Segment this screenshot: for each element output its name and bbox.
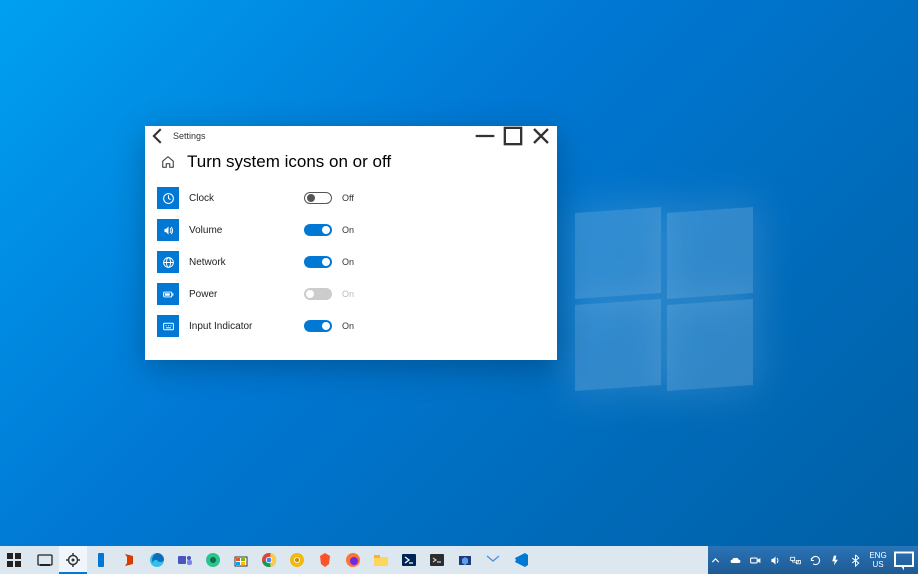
toggle-power bbox=[304, 288, 332, 300]
power-icon bbox=[157, 283, 179, 305]
page-header: Turn system icons on or off bbox=[145, 146, 557, 182]
tray-update-icon[interactable] bbox=[806, 546, 824, 574]
toggle-state: Off bbox=[342, 193, 354, 203]
toggle-volume[interactable] bbox=[304, 224, 332, 236]
toggle-state: On bbox=[342, 289, 354, 299]
taskbar-app-teams[interactable] bbox=[171, 546, 199, 574]
row-label: Volume bbox=[189, 225, 304, 236]
tray-notifications-icon[interactable] bbox=[892, 546, 916, 574]
row-label: Input Indicator bbox=[189, 321, 304, 332]
titlebar: Settings bbox=[145, 126, 557, 146]
tray-onedrive-icon[interactable] bbox=[726, 546, 744, 574]
toggle-state: On bbox=[342, 225, 354, 235]
row-label: Network bbox=[189, 257, 304, 268]
taskbar-app-chrome[interactable] bbox=[255, 546, 283, 574]
system-icons-list: Clock Off Volume On Network On Power bbox=[145, 182, 557, 342]
system-tray: ENG US bbox=[706, 546, 918, 574]
taskbar-app-explorer[interactable] bbox=[367, 546, 395, 574]
taskbar-app-brave[interactable] bbox=[311, 546, 339, 574]
taskbar-app-firefox[interactable] bbox=[339, 546, 367, 574]
windows-logo-wallpaper bbox=[575, 210, 755, 390]
tray-power-icon[interactable] bbox=[826, 546, 844, 574]
taskbar-app-store[interactable] bbox=[227, 546, 255, 574]
tray-chevron-icon[interactable] bbox=[706, 546, 724, 574]
taskbar-app-virtualbox[interactable] bbox=[451, 546, 479, 574]
taskbar: ENG US bbox=[0, 546, 918, 574]
row-network: Network On bbox=[157, 246, 557, 278]
page-title: Turn system icons on or off bbox=[187, 152, 391, 172]
window-title: Settings bbox=[169, 131, 206, 141]
minimize-button[interactable] bbox=[471, 126, 499, 146]
tray-bluetooth-icon[interactable] bbox=[846, 546, 864, 574]
row-clock: Clock Off bbox=[157, 182, 557, 214]
tray-network-icon[interactable] bbox=[786, 546, 804, 574]
row-volume: Volume On bbox=[157, 214, 557, 246]
taskbar-app-vscode[interactable] bbox=[507, 546, 535, 574]
taskbar-app-terminal[interactable] bbox=[423, 546, 451, 574]
row-label: Power bbox=[189, 289, 304, 300]
taskbar-app-office[interactable] bbox=[115, 546, 143, 574]
volume-icon bbox=[157, 219, 179, 241]
row-power: Power On bbox=[157, 278, 557, 310]
close-button[interactable] bbox=[527, 126, 555, 146]
tray-language[interactable]: ENG US bbox=[866, 551, 890, 569]
toggle-state: On bbox=[342, 321, 354, 331]
back-button[interactable] bbox=[147, 126, 169, 146]
clock-icon bbox=[157, 187, 179, 209]
taskbar-app-edge[interactable] bbox=[143, 546, 171, 574]
tray-meet-now-icon[interactable] bbox=[746, 546, 764, 574]
toggle-state: On bbox=[342, 257, 354, 267]
taskbar-app-settings[interactable] bbox=[59, 546, 87, 574]
taskbar-app-edge-dev[interactable] bbox=[199, 546, 227, 574]
network-icon bbox=[157, 251, 179, 273]
taskbar-app-chrome-canary[interactable] bbox=[283, 546, 311, 574]
start-button[interactable] bbox=[0, 546, 28, 574]
toggle-clock[interactable] bbox=[304, 192, 332, 204]
toggle-input-indicator[interactable] bbox=[304, 320, 332, 332]
taskbar-app-mail[interactable] bbox=[479, 546, 507, 574]
taskbar-app-powershell[interactable] bbox=[395, 546, 423, 574]
home-icon[interactable] bbox=[161, 155, 175, 169]
toggle-network[interactable] bbox=[304, 256, 332, 268]
settings-window: Settings Turn system icons on or off Clo… bbox=[145, 126, 557, 360]
task-view-button[interactable] bbox=[31, 546, 59, 574]
taskbar-app-yourphone[interactable] bbox=[87, 546, 115, 574]
row-input-indicator: Input Indicator On bbox=[157, 310, 557, 342]
tray-volume-icon[interactable] bbox=[766, 546, 784, 574]
input-indicator-icon bbox=[157, 315, 179, 337]
row-label: Clock bbox=[189, 193, 304, 204]
maximize-button[interactable] bbox=[499, 126, 527, 146]
